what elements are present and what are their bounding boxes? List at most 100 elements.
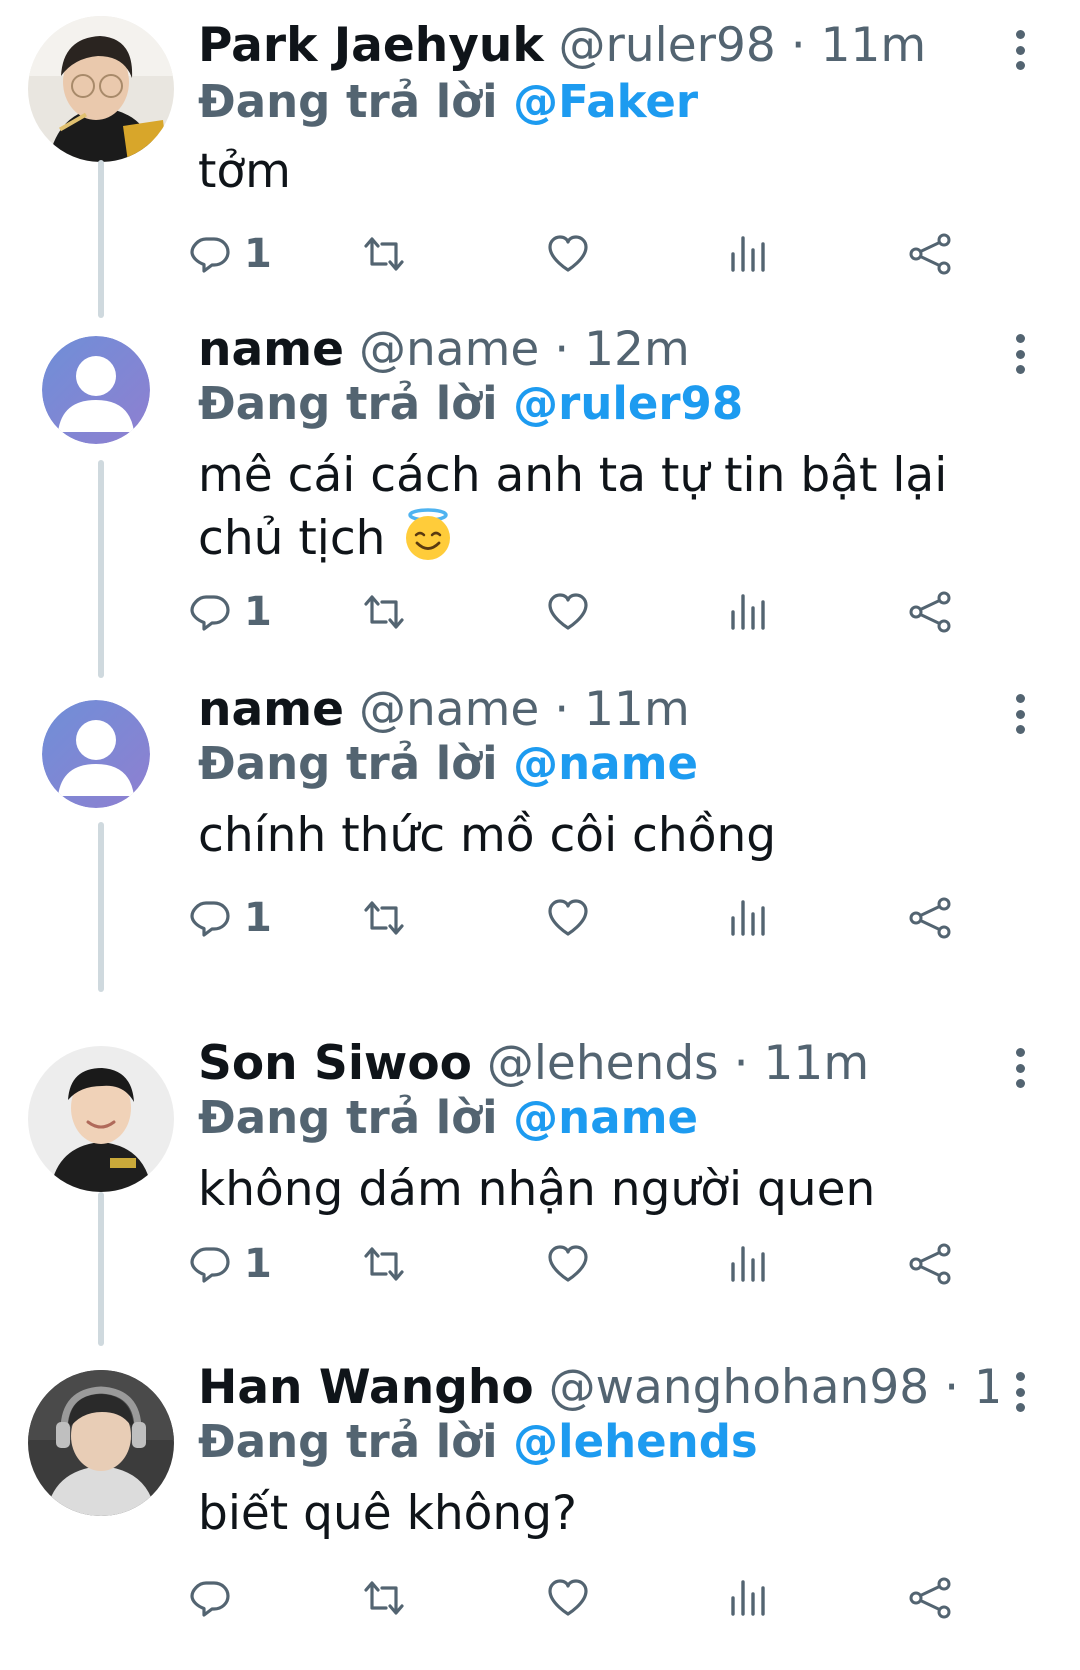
reply-prefix: Đang trả lời — [198, 75, 498, 128]
retweet-button[interactable] — [360, 1570, 408, 1626]
views-button[interactable] — [724, 226, 772, 282]
reply-context: Đang trả lời @name — [198, 734, 698, 794]
tweet-text: biết quê không? — [198, 1486, 577, 1541]
retweet-icon — [364, 1581, 404, 1615]
retweet-button[interactable] — [360, 1236, 408, 1292]
avatar[interactable] — [28, 1370, 174, 1516]
retweet-icon — [364, 1247, 404, 1281]
reply-count: 1 — [244, 1241, 272, 1287]
reply-count: 1 — [244, 589, 272, 635]
share-button[interactable] — [906, 1570, 954, 1626]
share-button[interactable] — [906, 1236, 954, 1292]
share-button[interactable] — [906, 890, 954, 946]
share-button[interactable] — [906, 226, 954, 282]
timestamp[interactable]: 1... — [974, 1360, 998, 1415]
share-icon — [909, 1577, 951, 1619]
views-button[interactable] — [724, 1570, 772, 1626]
tweet-4[interactable]: Son Siwoo @lehends · 11m Đang trả lời @n… — [0, 1036, 1080, 1346]
user-handle[interactable]: @lehends — [487, 1036, 719, 1091]
reply-mention[interactable]: @name — [513, 1091, 698, 1144]
separator-dot: · — [554, 322, 570, 377]
like-icon — [548, 593, 588, 630]
separator-dot: · — [790, 18, 806, 73]
more-icon[interactable] — [1000, 1368, 1040, 1416]
views-button[interactable] — [724, 890, 772, 946]
display-name[interactable]: name — [198, 322, 344, 377]
user-handle[interactable]: @wanghohan98 — [549, 1360, 930, 1415]
user-handle[interactable]: @ruler98 — [559, 18, 776, 73]
share-button[interactable] — [906, 584, 954, 640]
tweet-5[interactable]: Han Wangho @wanghohan98 · 1... Đang trả … — [0, 1360, 1080, 1670]
reply-button[interactable]: 1 — [186, 226, 272, 282]
display-name[interactable]: name — [198, 682, 344, 737]
thread-line — [98, 822, 104, 992]
like-icon — [548, 1579, 588, 1616]
reply-icon — [190, 1247, 230, 1283]
reply-prefix: Đang trả lời — [198, 1415, 498, 1468]
like-button[interactable] — [544, 226, 592, 282]
reply-mention[interactable]: @Faker — [513, 75, 698, 128]
reply-icon — [190, 595, 230, 631]
views-icon — [731, 900, 765, 936]
retweet-button[interactable] — [360, 584, 408, 640]
user-handle[interactable]: @name — [359, 682, 539, 737]
timestamp[interactable]: 11m — [584, 682, 690, 737]
display-name[interactable]: Son Siwoo — [198, 1036, 472, 1091]
reply-button[interactable]: 1 — [186, 1236, 272, 1292]
avatar[interactable] — [28, 1046, 174, 1192]
views-button[interactable] — [724, 584, 772, 640]
reply-icon — [190, 237, 230, 273]
timestamp[interactable]: 11m — [821, 18, 927, 73]
more-icon[interactable] — [1000, 690, 1040, 738]
more-icon[interactable] — [1000, 1044, 1040, 1092]
timestamp[interactable]: 12m — [584, 322, 690, 377]
tweet-header: name @name · 12m — [198, 318, 998, 382]
views-icon — [731, 1246, 765, 1282]
avatar[interactable] — [42, 700, 150, 808]
reply-context: Đang trả lời @ruler98 — [198, 374, 743, 434]
like-button[interactable] — [544, 1236, 592, 1292]
like-button[interactable] — [544, 1570, 592, 1626]
views-button[interactable] — [724, 1236, 772, 1292]
like-icon — [548, 1245, 588, 1282]
more-icon[interactable] — [1000, 26, 1040, 74]
action-bar: 1 — [190, 1236, 1018, 1292]
like-icon — [548, 235, 588, 272]
user-handle[interactable]: @name — [359, 322, 539, 377]
tweet-2[interactable]: name @name · 12m Đang trả lời @ruler98 m… — [0, 318, 1080, 678]
retweet-icon — [364, 901, 404, 935]
reply-button[interactable] — [186, 1570, 244, 1626]
display-name[interactable]: Han Wangho — [198, 1360, 534, 1415]
views-icon — [731, 236, 765, 272]
tweet-header: Son Siwoo @lehends · 11m — [198, 1032, 998, 1096]
more-icon[interactable] — [1000, 330, 1040, 378]
like-icon — [548, 899, 588, 936]
separator-dot: · — [554, 682, 570, 737]
reply-mention[interactable]: @lehends — [513, 1415, 758, 1468]
tweet-1[interactable]: Park Jaehyuk @ruler98 · 11m Đang trả lời… — [0, 0, 1080, 318]
display-name[interactable]: Park Jaehyuk — [198, 18, 544, 73]
timestamp[interactable]: 11m — [764, 1036, 870, 1091]
reply-context: Đang trả lời @Faker — [198, 72, 698, 132]
like-button[interactable] — [544, 890, 592, 946]
smiling-face-with-halo-emoji — [406, 508, 451, 560]
action-bar: 1 — [190, 584, 1018, 640]
share-icon — [909, 1243, 951, 1285]
thread-line — [98, 460, 104, 678]
reply-icon — [190, 901, 230, 937]
reply-prefix: Đang trả lời — [198, 377, 498, 430]
avatar[interactable] — [28, 16, 174, 162]
retweet-button[interactable] — [360, 890, 408, 946]
reply-count: 1 — [244, 895, 272, 941]
share-icon — [909, 233, 951, 275]
avatar[interactable] — [42, 336, 150, 444]
reply-button[interactable]: 1 — [186, 584, 272, 640]
tweet-3[interactable]: name @name · 11m Đang trả lời @name chín… — [0, 682, 1080, 1000]
action-bar: 1 — [190, 226, 1018, 282]
action-bar — [190, 1570, 1018, 1626]
reply-mention[interactable]: @name — [513, 737, 698, 790]
retweet-button[interactable] — [360, 226, 408, 282]
like-button[interactable] — [544, 584, 592, 640]
reply-mention[interactable]: @ruler98 — [513, 377, 743, 430]
reply-button[interactable]: 1 — [186, 890, 272, 946]
